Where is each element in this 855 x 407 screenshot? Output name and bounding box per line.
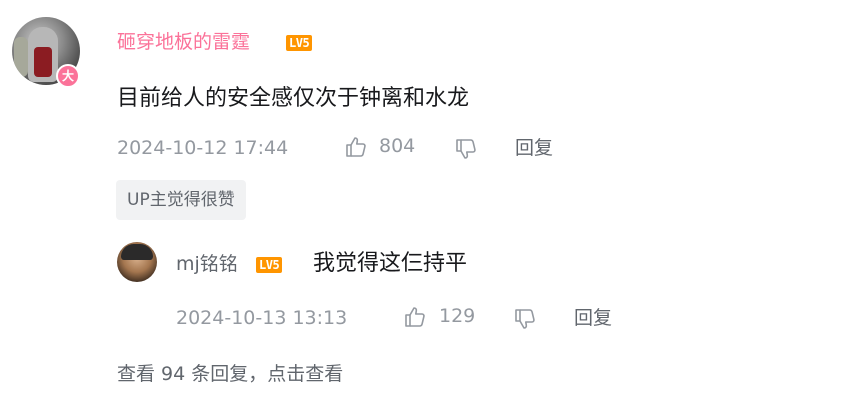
reply-dislike-button[interactable] bbox=[513, 307, 537, 335]
thumbs-up-icon bbox=[346, 137, 366, 157]
comment-username[interactable]: 砸穿地板的雷霆 bbox=[117, 30, 250, 54]
level-badge: LV5 bbox=[286, 35, 313, 51]
reply-like-button[interactable] bbox=[403, 305, 427, 333]
comment-content: 目前给人的安全感仅次于钟离和水龙 bbox=[117, 86, 470, 111]
thumbs-up-icon bbox=[405, 307, 425, 327]
reply-reply-button[interactable]: 回复 bbox=[574, 306, 612, 330]
like-button[interactable] bbox=[344, 135, 368, 163]
reply-username[interactable]: mj铭铭 bbox=[176, 252, 238, 276]
view-more-replies-link[interactable]: 查看 94 条回复，点击查看 bbox=[117, 362, 343, 386]
dislike-button[interactable] bbox=[454, 137, 478, 165]
reply-like-count: 129 bbox=[439, 305, 476, 327]
reply-button[interactable]: 回复 bbox=[515, 136, 553, 160]
reply-time: 2024-10-13 13:13 bbox=[176, 307, 348, 329]
up-liked-tag: UP主觉得很赞 bbox=[116, 180, 246, 220]
reply-level-badge: LV5 bbox=[256, 257, 283, 273]
reply-content: 我觉得这仨持平 bbox=[313, 251, 468, 276]
vip-badge: 大 bbox=[56, 64, 80, 88]
comment-time: 2024-10-12 17:44 bbox=[117, 137, 289, 159]
like-count: 804 bbox=[379, 135, 416, 157]
reply-user-avatar[interactable] bbox=[117, 242, 157, 282]
thumbs-down-icon bbox=[456, 139, 476, 159]
thumbs-down-icon bbox=[515, 309, 535, 329]
